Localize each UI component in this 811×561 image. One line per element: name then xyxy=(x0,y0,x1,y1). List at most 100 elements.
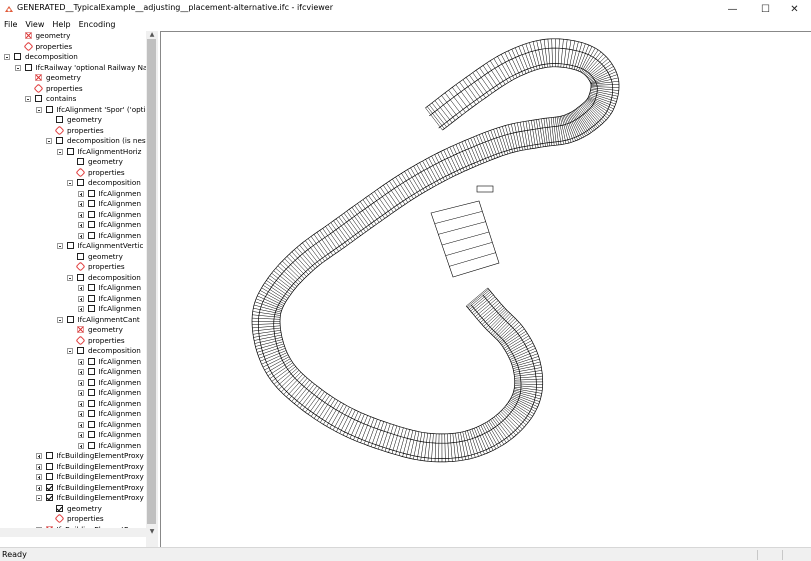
collapse-icon[interactable] xyxy=(15,65,21,71)
tree-row[interactable]: IfcBuildingElementProxy ' xyxy=(0,462,146,472)
visibility-checkbox[interactable] xyxy=(67,148,74,155)
collapse-icon[interactable] xyxy=(46,138,52,144)
tree-row[interactable]: IfcAlignmen xyxy=(0,409,146,419)
tree-row[interactable]: geometry xyxy=(0,115,146,125)
visibility-checkbox[interactable] xyxy=(77,179,84,186)
tree-horizontal-scrollbar[interactable] xyxy=(0,528,146,537)
tree-row[interactable]: geometry xyxy=(0,252,146,262)
visibility-checkbox[interactable] xyxy=(46,463,53,470)
collapse-icon[interactable] xyxy=(67,348,73,354)
expand-icon[interactable] xyxy=(36,474,42,480)
properties-tag-icon[interactable] xyxy=(34,83,44,93)
collapse-icon[interactable] xyxy=(36,495,42,501)
hidden-geometry-icon[interactable] xyxy=(35,74,42,81)
element-tree[interactable]: geometrypropertiesdecompositionIfcRailwa… xyxy=(0,31,158,547)
scroll-down-arrow-icon[interactable]: ▼ xyxy=(146,528,158,536)
visibility-checkbox[interactable] xyxy=(88,200,95,207)
visibility-checkbox[interactable] xyxy=(88,211,95,218)
visibility-checkbox[interactable] xyxy=(56,116,63,123)
expand-icon[interactable] xyxy=(36,464,42,470)
tree-row[interactable]: IfcAlignmen xyxy=(0,283,146,293)
menu-view[interactable]: View xyxy=(21,18,48,31)
visibility-checkbox[interactable] xyxy=(46,484,53,491)
tree-row[interactable]: IfcAlignmen xyxy=(0,378,146,388)
visibility-checkbox[interactable] xyxy=(88,190,95,197)
collapse-icon[interactable] xyxy=(25,96,31,102)
tree-row[interactable]: properties xyxy=(0,514,146,524)
properties-tag-icon[interactable] xyxy=(23,41,33,51)
collapse-icon[interactable] xyxy=(67,275,73,281)
tree-row[interactable]: IfcAlignmen xyxy=(0,441,146,451)
tree-row[interactable]: IfcAlignmen xyxy=(0,430,146,440)
visibility-checkbox[interactable] xyxy=(88,305,95,312)
tree-row[interactable]: IfcAlignmen xyxy=(0,199,146,209)
expand-icon[interactable] xyxy=(78,212,84,218)
visibility-checkbox[interactable] xyxy=(88,421,95,428)
tree-row[interactable]: IfcAlignmen xyxy=(0,210,146,220)
visibility-checkbox[interactable] xyxy=(88,431,95,438)
tree-row[interactable]: properties xyxy=(0,126,146,136)
expand-icon[interactable] xyxy=(78,285,84,291)
visibility-checkbox[interactable] xyxy=(88,368,95,375)
collapse-icon[interactable] xyxy=(57,149,63,155)
tree-row[interactable]: properties xyxy=(0,42,146,52)
visibility-checkbox[interactable] xyxy=(88,389,95,396)
visibility-checkbox[interactable] xyxy=(14,53,21,60)
expand-icon[interactable] xyxy=(78,222,84,228)
tree-row[interactable]: properties xyxy=(0,262,146,272)
tree-row[interactable]: geometry xyxy=(0,157,146,167)
visibility-checkbox[interactable] xyxy=(77,347,84,354)
collapse-icon[interactable] xyxy=(57,243,63,249)
tree-row[interactable]: geometry xyxy=(0,31,146,41)
tree-row[interactable]: IfcAlignmen xyxy=(0,189,146,199)
expand-icon[interactable] xyxy=(36,485,42,491)
expand-icon[interactable] xyxy=(78,201,84,207)
visibility-checkbox[interactable] xyxy=(88,221,95,228)
tree-row[interactable]: IfcAlignmen xyxy=(0,399,146,409)
visibility-checkbox[interactable] xyxy=(88,379,95,386)
tree-row[interactable]: IfcAlignmen xyxy=(0,420,146,430)
properties-tag-icon[interactable] xyxy=(76,335,86,345)
expand-icon[interactable] xyxy=(78,390,84,396)
tree-row[interactable]: IfcRailway 'optional Railway Nam xyxy=(0,63,146,73)
visibility-checkbox[interactable] xyxy=(25,64,32,71)
properties-tag-icon[interactable] xyxy=(55,125,65,135)
visibility-checkbox[interactable] xyxy=(77,158,84,165)
visibility-checkbox[interactable] xyxy=(88,232,95,239)
visibility-checkbox[interactable] xyxy=(67,316,74,323)
hidden-geometry-icon[interactable] xyxy=(25,32,32,39)
tree-row[interactable]: decomposition (is nest xyxy=(0,136,146,146)
menu-help[interactable]: Help xyxy=(48,18,74,31)
tree-row[interactable]: properties xyxy=(0,84,146,94)
tree-row[interactable]: geometry xyxy=(0,73,146,83)
collapse-icon[interactable] xyxy=(4,54,10,60)
scroll-up-arrow-icon[interactable]: ▲ xyxy=(146,31,158,39)
tree-row[interactable]: IfcAlignmen xyxy=(0,231,146,241)
tree-row[interactable]: decomposition xyxy=(0,346,146,356)
visibility-checkbox[interactable] xyxy=(46,106,53,113)
visibility-checkbox[interactable] xyxy=(56,505,63,512)
visibility-checkbox[interactable] xyxy=(67,242,74,249)
visibility-checkbox[interactable] xyxy=(88,400,95,407)
visibility-checkbox[interactable] xyxy=(46,452,53,459)
expand-icon[interactable] xyxy=(78,233,84,239)
tree-row[interactable]: IfcBuildingElementProxy ' xyxy=(0,483,146,493)
tree-row[interactable]: IfcAlignmen xyxy=(0,294,146,304)
expand-icon[interactable] xyxy=(78,306,84,312)
tree-row[interactable]: IfcAlignmen xyxy=(0,304,146,314)
visibility-checkbox[interactable] xyxy=(35,95,42,102)
expand-icon[interactable] xyxy=(78,432,84,438)
hidden-geometry-icon[interactable] xyxy=(77,326,84,333)
tree-row[interactable]: IfcAlignmentVertic xyxy=(0,241,146,251)
properties-tag-icon[interactable] xyxy=(76,262,86,272)
tree-row[interactable]: IfcAlignmen xyxy=(0,220,146,230)
expand-icon[interactable] xyxy=(78,296,84,302)
close-button[interactable]: ✕ xyxy=(778,0,811,18)
menu-file[interactable]: File xyxy=(0,18,21,31)
properties-tag-icon[interactable] xyxy=(55,514,65,524)
tree-row[interactable]: IfcBuildingElementProxy ' xyxy=(0,472,146,482)
collapse-icon[interactable] xyxy=(36,107,42,113)
collapse-icon[interactable] xyxy=(57,317,63,323)
visibility-checkbox[interactable] xyxy=(88,358,95,365)
visibility-checkbox[interactable] xyxy=(56,137,63,144)
